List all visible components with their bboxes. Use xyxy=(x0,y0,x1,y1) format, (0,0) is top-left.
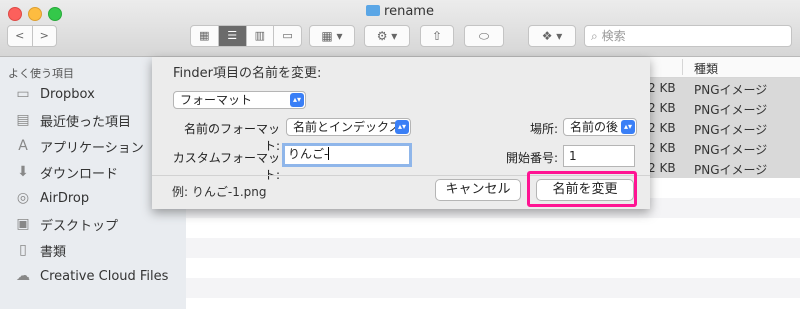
view-mode-segment: ▦ ☰ ▥ ▭ xyxy=(190,25,302,47)
sidebar-item-downloads[interactable]: ⬇ ダウンロード xyxy=(14,161,118,183)
start-number-field[interactable]: 1 xyxy=(563,145,635,167)
column-view-icon[interactable]: ▥ xyxy=(247,26,275,46)
custom-format-label: カスタムフォーマット: xyxy=(172,151,280,182)
empty-row xyxy=(186,278,800,298)
cancel-button[interactable]: キャンセル xyxy=(435,179,521,201)
start-number-label: 開始番号: xyxy=(505,151,558,165)
mode-popup[interactable]: フォーマット ▴▾ xyxy=(173,91,306,109)
search-field[interactable]: ⌕ 検索 xyxy=(584,25,792,47)
column-kind[interactable]: 種類 xyxy=(694,60,718,77)
search-icon: ⌕ xyxy=(591,29,598,43)
sidebar-item-airdrop[interactable]: ◎ AirDrop xyxy=(14,187,89,209)
location-label: 場所: xyxy=(529,122,558,136)
nav-buttons: < > xyxy=(7,25,57,47)
window-title: rename xyxy=(0,4,800,19)
dropbox-icon[interactable]: ❖ ▾ xyxy=(528,25,576,47)
folder-icon: ▭ xyxy=(16,86,30,102)
apps-icon: A xyxy=(18,138,28,154)
sidebar-header: よく使う項目 xyxy=(8,67,74,80)
gallery-view-icon[interactable]: ▭ xyxy=(274,26,301,46)
sidebar-item-dropbox[interactable]: ▭ Dropbox xyxy=(14,83,94,105)
chevron-updown-icon: ▴▾ xyxy=(621,120,635,134)
sidebar-item-recents[interactable]: ▤ 最近使った項目 xyxy=(14,109,131,131)
sidebar-item-creative-cloud[interactable]: ☁ Creative Cloud Files xyxy=(14,265,168,287)
back-button[interactable]: < xyxy=(8,26,33,46)
empty-row xyxy=(186,238,800,258)
highlight-annotation xyxy=(527,171,637,207)
documents-icon: ▯ xyxy=(19,242,27,258)
name-format-popup[interactable]: 名前とインデックス ▴▾ xyxy=(286,118,411,136)
forward-button[interactable]: > xyxy=(33,26,57,46)
download-icon: ⬇ xyxy=(17,164,29,180)
sidebar-item-desktop[interactable]: ▣ デスクトップ xyxy=(14,213,118,235)
sheet-title: Finder項目の名前を変更: xyxy=(173,66,322,81)
list-view-icon[interactable]: ☰ xyxy=(218,26,247,46)
folder-icon xyxy=(366,5,381,16)
airdrop-icon: ◎ xyxy=(16,190,30,206)
custom-format-field[interactable]: りんご- xyxy=(282,143,412,167)
sidebar-item-applications[interactable]: A アプリケーション xyxy=(14,135,144,157)
chevron-updown-icon: ▴▾ xyxy=(290,93,304,107)
arrange-button[interactable]: ▦ ▾ xyxy=(309,25,355,47)
sidebar-item-documents[interactable]: ▯ 書類 xyxy=(14,239,66,261)
location-popup[interactable]: 名前の後 ▴▾ xyxy=(563,118,637,136)
chevron-updown-icon: ▴▾ xyxy=(395,120,409,134)
creative-cloud-icon: ☁ xyxy=(16,268,30,284)
window-toolbar: rename < > ▦ ☰ ▥ ▭ ▦ ▾ ⚙ ▾ ⇧ ⬭ ❖ ▾ ⌕ 検索 xyxy=(0,0,800,57)
tag-icon[interactable]: ⬭ xyxy=(464,25,504,47)
share-icon[interactable]: ⇧ xyxy=(420,25,454,47)
rename-example: 例: りんご-1.png xyxy=(172,185,267,199)
desktop-icon: ▣ xyxy=(16,216,30,232)
icon-view-icon[interactable]: ▦ xyxy=(191,26,219,46)
recent-icon: ▤ xyxy=(16,112,30,128)
action-gear-icon[interactable]: ⚙ ▾ xyxy=(364,25,410,47)
